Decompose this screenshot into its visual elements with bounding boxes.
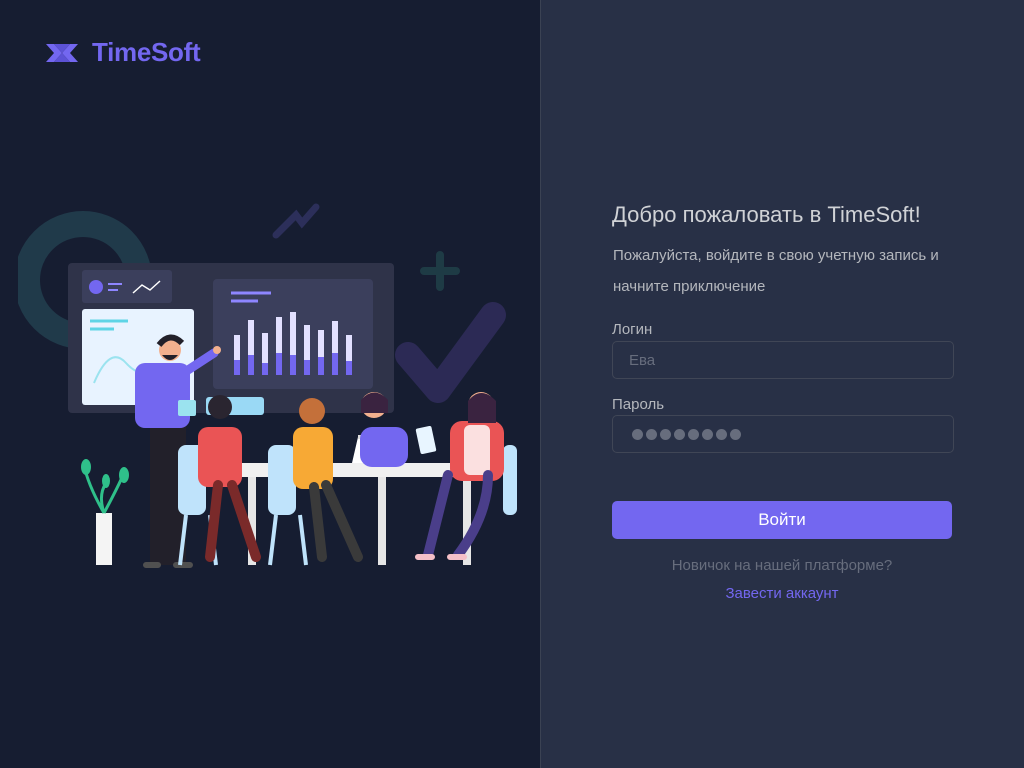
password-mask-dot [688, 428, 699, 440]
login-subtitle: Пожалуйста, войдите в свою учетную запис… [613, 247, 939, 295]
brand[interactable]: TimeSoft [44, 37, 201, 68]
new-user-text: Новичок на нашей платформе? [671, 557, 893, 574]
password-mask-dot [632, 428, 643, 440]
brand-name: TimeSoft [92, 37, 201, 67]
create-account-link[interactable]: Завести аккаунт [612, 585, 952, 602]
password-mask-dot [674, 428, 685, 440]
login-title: Добро пожаловать в TimeSoft! [612, 202, 921, 227]
illustration-panel: TimeSoft [0, 0, 541, 768]
login-panel: Добро пожаловать в TimeSoft! Пожалуйста,… [541, 0, 1024, 768]
team-meeting-illustration [18, 203, 517, 568]
password-mask-dot [660, 428, 671, 440]
password-mask-dot [730, 428, 741, 440]
username-input[interactable] [612, 341, 954, 379]
password-mask-dot [702, 428, 713, 440]
password-label: Пароль [612, 396, 665, 413]
login-button[interactable]: Войти [612, 501, 952, 539]
password-mask-dot [646, 428, 657, 440]
username-label: Логин [612, 321, 653, 338]
password-input[interactable] [612, 415, 954, 453]
timesoft-logo-icon [46, 43, 78, 62]
password-mask-dot [716, 428, 727, 440]
